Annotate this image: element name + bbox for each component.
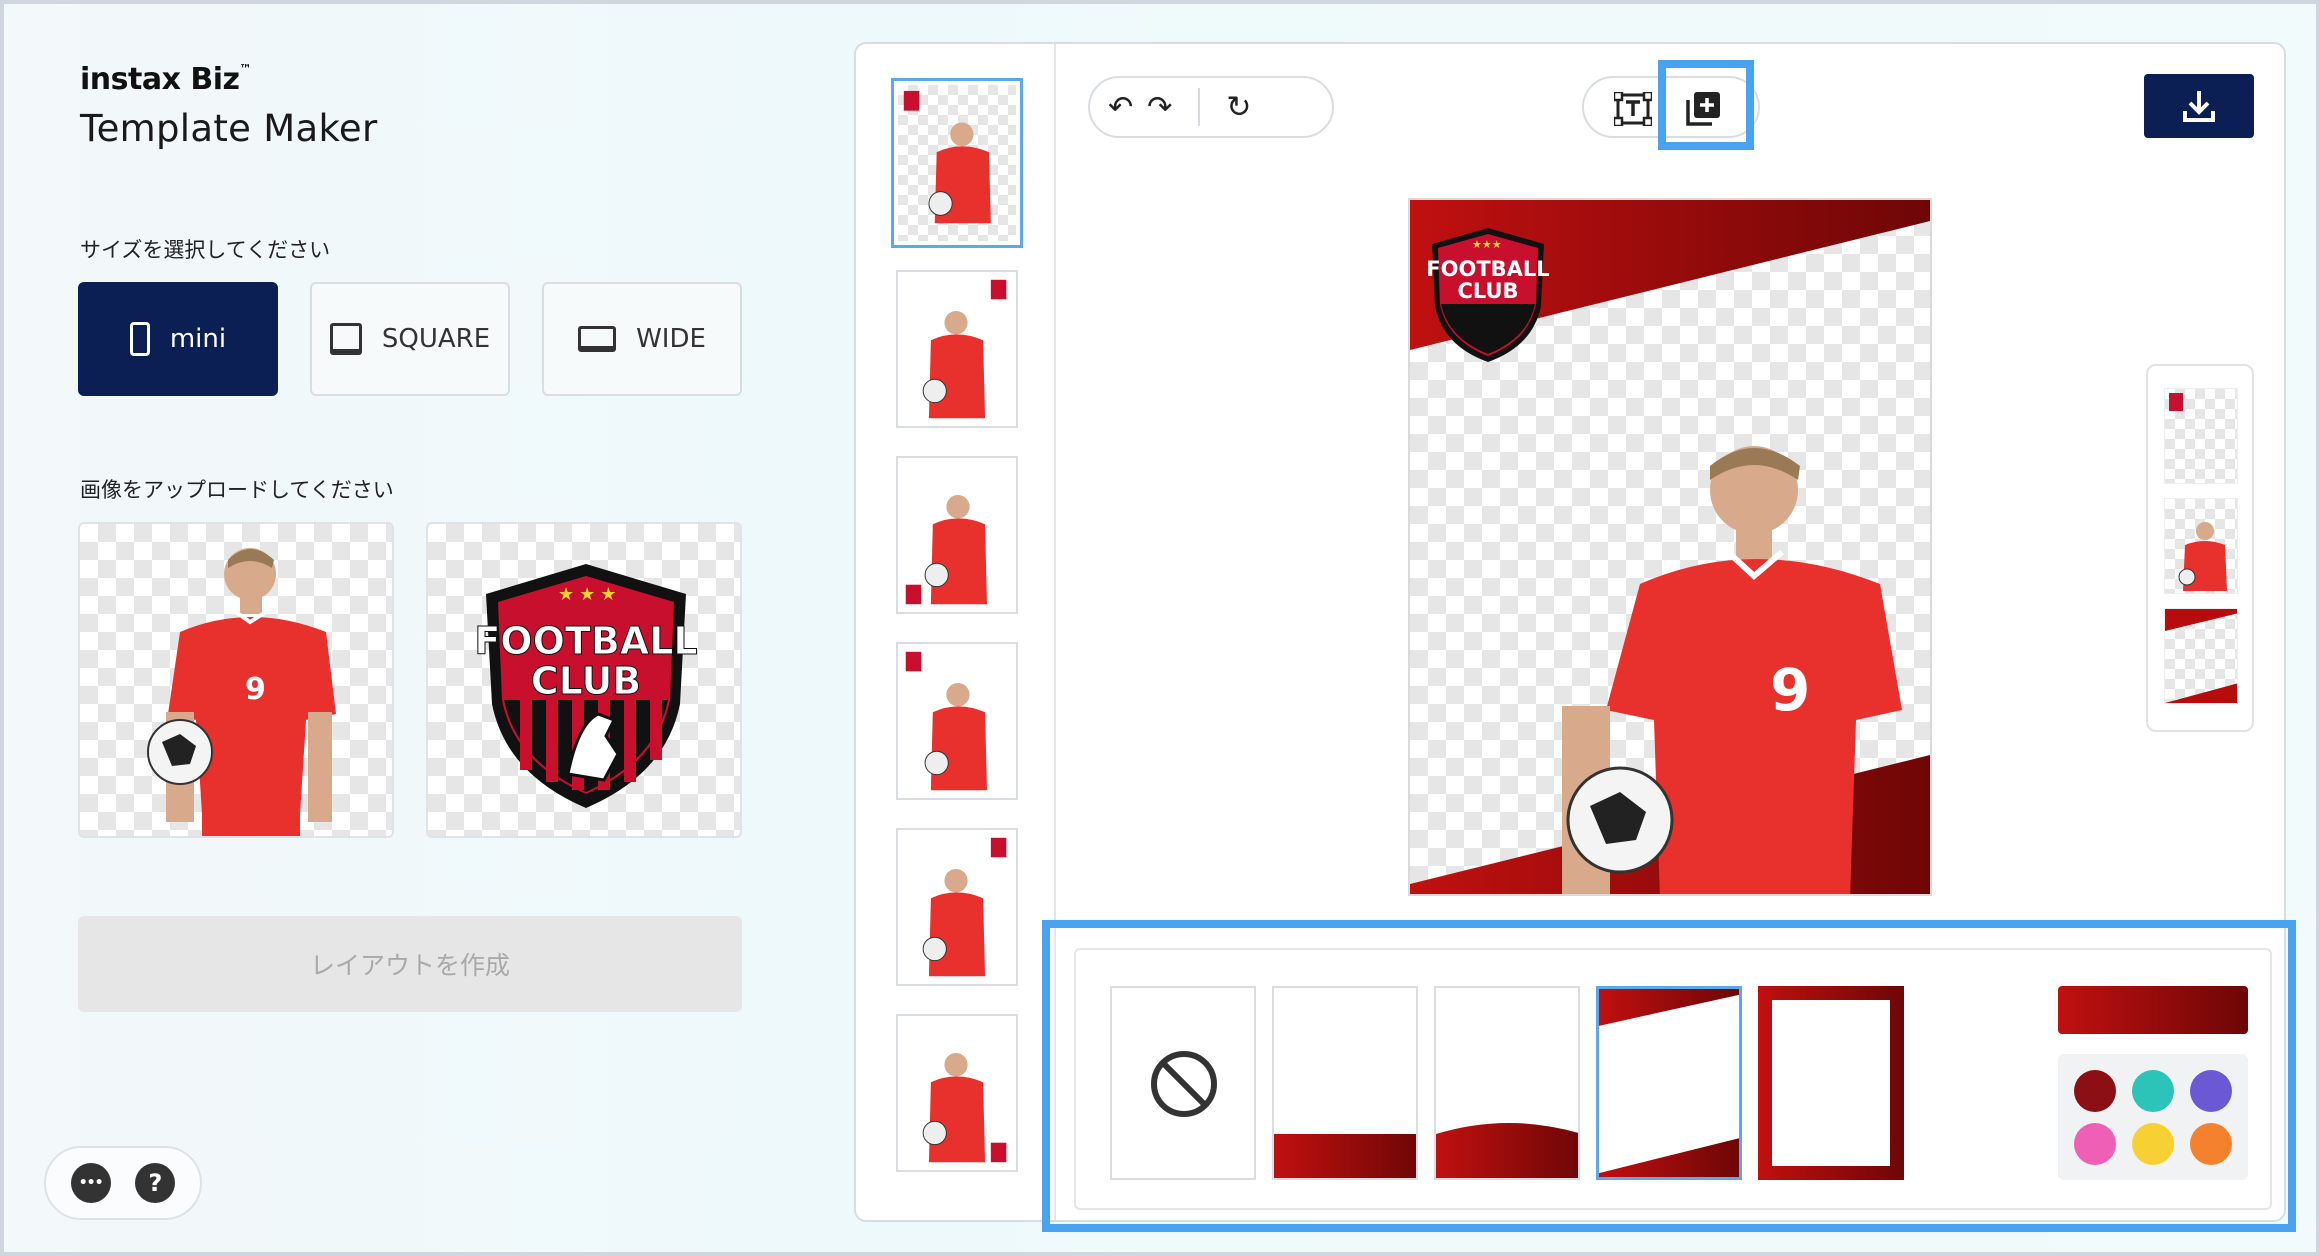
layout-thumbnail-list bbox=[856, 44, 1056, 1220]
help-menu: ••• ? bbox=[44, 1146, 202, 1220]
svg-text:CLUB: CLUB bbox=[531, 659, 642, 703]
thumb-art bbox=[903, 90, 991, 224]
toolbar-divider bbox=[1198, 88, 1201, 126]
size-option-square[interactable]: SQUARE bbox=[310, 282, 510, 396]
size-option-label: SQUARE bbox=[381, 324, 491, 354]
redo-icon[interactable]: ↷ bbox=[1147, 90, 1172, 125]
svg-text:★ ★ ★: ★ ★ ★ bbox=[558, 584, 616, 604]
color-swatch-teal[interactable] bbox=[2132, 1069, 2174, 1112]
add-frame-icon[interactable] bbox=[1684, 90, 1722, 128]
template-canvas[interactable]: ★★★ FOOTBALL CLUB 9 bbox=[1408, 198, 1932, 896]
uploaded-image-badge[interactable]: ★ ★ ★ FOOTBALL CLUB bbox=[426, 522, 742, 838]
color-swatch-yellow[interactable] bbox=[2132, 1122, 2174, 1165]
phone-portrait-icon bbox=[129, 322, 150, 356]
layer-frame[interactable] bbox=[2164, 608, 2238, 704]
no-frame-icon bbox=[1151, 1051, 1217, 1117]
size-option-label: WIDE bbox=[636, 324, 706, 354]
football-club-badge: ★ ★ ★ FOOTBALL CLUB bbox=[474, 564, 698, 808]
svg-text:CLUB: CLUB bbox=[1457, 279, 1518, 303]
frame-option-bottom-band[interactable] bbox=[1272, 986, 1418, 1180]
reset-icon[interactable]: ↻ bbox=[1226, 90, 1251, 125]
frame-preview bbox=[1436, 1123, 1578, 1178]
size-option-wide[interactable]: WIDE bbox=[542, 282, 742, 396]
more-options-icon[interactable]: ••• bbox=[70, 1163, 111, 1203]
layer-art bbox=[2165, 609, 2237, 703]
color-swatch-pink[interactable] bbox=[2074, 1122, 2116, 1165]
uploaded-image-player[interactable]: 9 bbox=[78, 522, 394, 838]
help-icon[interactable]: ? bbox=[135, 1163, 176, 1203]
instax-biz-logo: instax Biz™ bbox=[80, 62, 251, 97]
color-swatch-palette bbox=[2058, 1054, 2248, 1180]
size-option-mini[interactable]: mini bbox=[78, 282, 278, 396]
layer-player[interactable] bbox=[2164, 498, 2238, 594]
download-icon bbox=[2183, 91, 2215, 122]
undo-icon[interactable]: ↶ bbox=[1108, 90, 1133, 125]
app-title: Template Maker bbox=[80, 107, 378, 150]
layer-art bbox=[2178, 522, 2227, 591]
thumb-art bbox=[905, 495, 987, 605]
color-swatch-dark-red[interactable] bbox=[2074, 1069, 2116, 1112]
download-button[interactable] bbox=[2144, 74, 2254, 138]
layout-thumbnail[interactable] bbox=[896, 642, 1018, 800]
frame-options-bar bbox=[1074, 948, 2272, 1210]
player-photo: 9 bbox=[147, 548, 336, 836]
frame-preview bbox=[1274, 1134, 1416, 1178]
size-section-label: サイズを選択してください bbox=[80, 238, 331, 262]
wide-frame-icon bbox=[578, 326, 617, 352]
selected-color-gradient[interactable] bbox=[2058, 986, 2248, 1034]
upload-section-label: 画像をアップロードしてください bbox=[80, 478, 394, 502]
canvas-artwork: ★★★ FOOTBALL CLUB 9 bbox=[1410, 200, 1930, 894]
square-frame-icon bbox=[329, 323, 362, 355]
thumb-art bbox=[922, 837, 1007, 977]
svg-text:FOOTBALL: FOOTBALL bbox=[474, 619, 697, 663]
layer-badge[interactable] bbox=[2164, 388, 2238, 484]
layout-thumbnail[interactable] bbox=[896, 1014, 1018, 1172]
svg-text:★★★: ★★★ bbox=[1472, 239, 1502, 251]
layout-thumbnail[interactable] bbox=[896, 456, 1018, 614]
layer-art bbox=[2169, 393, 2183, 411]
history-toolbar: ↶ ↷ ↻ bbox=[1088, 76, 1334, 138]
thumb-art bbox=[922, 279, 1007, 419]
create-layout-button[interactable]: レイアウトを作成 bbox=[78, 916, 742, 1012]
svg-text:9: 9 bbox=[1770, 656, 1810, 724]
frame-option-diagonal[interactable] bbox=[1596, 986, 1742, 1180]
svg-text:FOOTBALL: FOOTBALL bbox=[1426, 257, 1549, 281]
side-layer-preview bbox=[2146, 364, 2254, 732]
color-swatch-purple[interactable] bbox=[2190, 1069, 2232, 1112]
frame-preview bbox=[1758, 986, 1904, 1180]
insert-toolbar bbox=[1582, 76, 1760, 138]
size-option-label: mini bbox=[169, 324, 227, 354]
brand-header: instax Biz™ Template Maker bbox=[80, 62, 377, 150]
thumb-art bbox=[922, 1053, 1007, 1163]
app-window: instax Biz™ Template Maker サイズを選択してください … bbox=[0, 0, 2320, 1256]
svg-text:9: 9 bbox=[245, 672, 266, 707]
layout-thumbnail[interactable] bbox=[891, 78, 1023, 248]
color-swatch-orange[interactable] bbox=[2190, 1122, 2232, 1165]
layout-thumbnail[interactable] bbox=[896, 828, 1018, 986]
frame-option-border[interactable] bbox=[1758, 986, 1904, 1180]
thumb-art bbox=[905, 651, 987, 791]
frame-preview bbox=[1599, 989, 1739, 1177]
add-text-icon[interactable] bbox=[1614, 92, 1652, 126]
editor-panel: ↶ ↷ ↻ ★★★ FOOTBALL CLUB 9 bbox=[854, 42, 2286, 1222]
frame-option-none[interactable] bbox=[1110, 986, 1256, 1180]
layout-thumbnail[interactable] bbox=[896, 270, 1018, 428]
frame-option-bottom-wave[interactable] bbox=[1434, 986, 1580, 1180]
